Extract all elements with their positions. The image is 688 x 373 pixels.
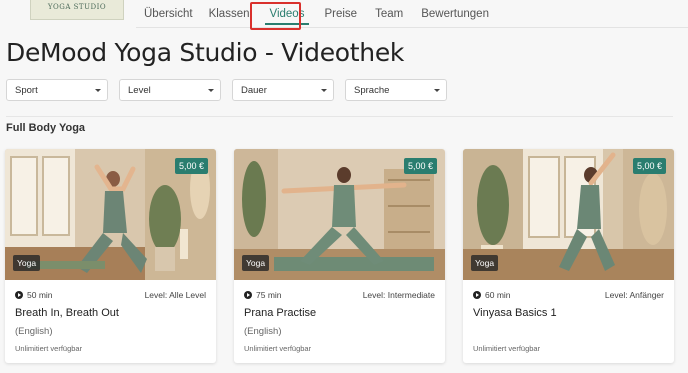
category-badge: Yoga	[13, 255, 41, 271]
tab-videos[interactable]: Videos	[258, 0, 317, 28]
video-language: (English)	[15, 326, 53, 337]
filter-sprache-label: Sprache	[354, 85, 390, 96]
duration-text: 50 min	[27, 290, 53, 300]
section-title: Full Body Yoga	[6, 122, 86, 134]
chevron-down-icon	[321, 89, 327, 92]
availability-text: Unlimitiert verfügbar	[15, 344, 83, 353]
price-badge: 5,00 €	[403, 158, 437, 174]
card-meta: 50 min Level: Alle Level	[15, 290, 206, 302]
tab-klassen[interactable]: Klassen	[201, 0, 258, 28]
chevron-down-icon	[434, 89, 440, 92]
chevron-down-icon	[208, 89, 214, 92]
chevron-down-icon	[95, 89, 101, 92]
duration-text: 60 min	[485, 290, 511, 300]
page-title: DeMood Yoga Studio - Videothek	[6, 38, 405, 67]
duration-text: 75 min	[256, 290, 282, 300]
video-language: (English)	[244, 326, 282, 337]
filter-sport-dropdown[interactable]: Sport	[6, 79, 108, 101]
video-title[interactable]: Vinyasa Basics 1	[473, 307, 557, 319]
logo-text: YOGA STUDIO	[47, 3, 107, 11]
section-divider	[6, 116, 673, 117]
tab-bewertungen[interactable]: Bewertungen	[411, 0, 497, 28]
play-icon	[15, 291, 23, 299]
level-text: Level: Anfänger	[604, 290, 664, 300]
tab-team[interactable]: Team	[365, 0, 411, 28]
card-meta: 60 min Level: Anfänger	[473, 290, 664, 302]
duration: 50 min	[15, 290, 53, 300]
video-title[interactable]: Prana Practise	[244, 307, 316, 319]
tab-uebersicht[interactable]: Übersicht	[136, 0, 201, 28]
filter-level-label: Level	[128, 85, 151, 96]
studio-logo[interactable]: YOGA STUDIO	[30, 0, 124, 20]
video-card[interactable]: 5,00 € Yoga 75 min Level: Intermediate P…	[234, 149, 445, 363]
filter-sprache-dropdown[interactable]: Sprache	[345, 79, 447, 101]
price-badge: 5,00 €	[174, 158, 208, 174]
category-badge: Yoga	[242, 255, 270, 271]
duration: 75 min	[244, 290, 282, 300]
filter-dauer-label: Dauer	[241, 85, 267, 96]
video-card[interactable]: 5,00 € Yoga 50 min Level: Alle Level Bre…	[5, 149, 216, 363]
level-text: Level: Alle Level	[144, 290, 206, 300]
play-icon	[244, 291, 252, 299]
filter-level-dropdown[interactable]: Level	[119, 79, 221, 101]
filter-sport-label: Sport	[15, 85, 38, 96]
availability-text: Unlimitiert verfügbar	[244, 344, 312, 353]
tab-bar: Übersicht Klassen Videos Preise Team Bew…	[136, 0, 688, 28]
duration: 60 min	[473, 290, 511, 300]
price-badge: 5,00 €	[632, 158, 666, 174]
play-icon	[473, 291, 481, 299]
filter-dauer-dropdown[interactable]: Dauer	[232, 79, 334, 101]
video-thumbnail[interactable]: 5,00 € Yoga	[463, 149, 674, 280]
availability-text: Unlimitiert verfügbar	[473, 344, 541, 353]
video-thumbnail[interactable]: 5,00 € Yoga	[5, 149, 216, 280]
video-title[interactable]: Breath In, Breath Out	[15, 307, 119, 319]
level-text: Level: Intermediate	[362, 290, 435, 300]
card-meta: 75 min Level: Intermediate	[244, 290, 435, 302]
video-thumbnail[interactable]: 5,00 € Yoga	[234, 149, 445, 280]
tab-preise[interactable]: Preise	[316, 0, 365, 28]
video-card[interactable]: 5,00 € Yoga 60 min Level: Anfänger Vinya…	[463, 149, 674, 363]
category-badge: Yoga	[471, 255, 499, 271]
